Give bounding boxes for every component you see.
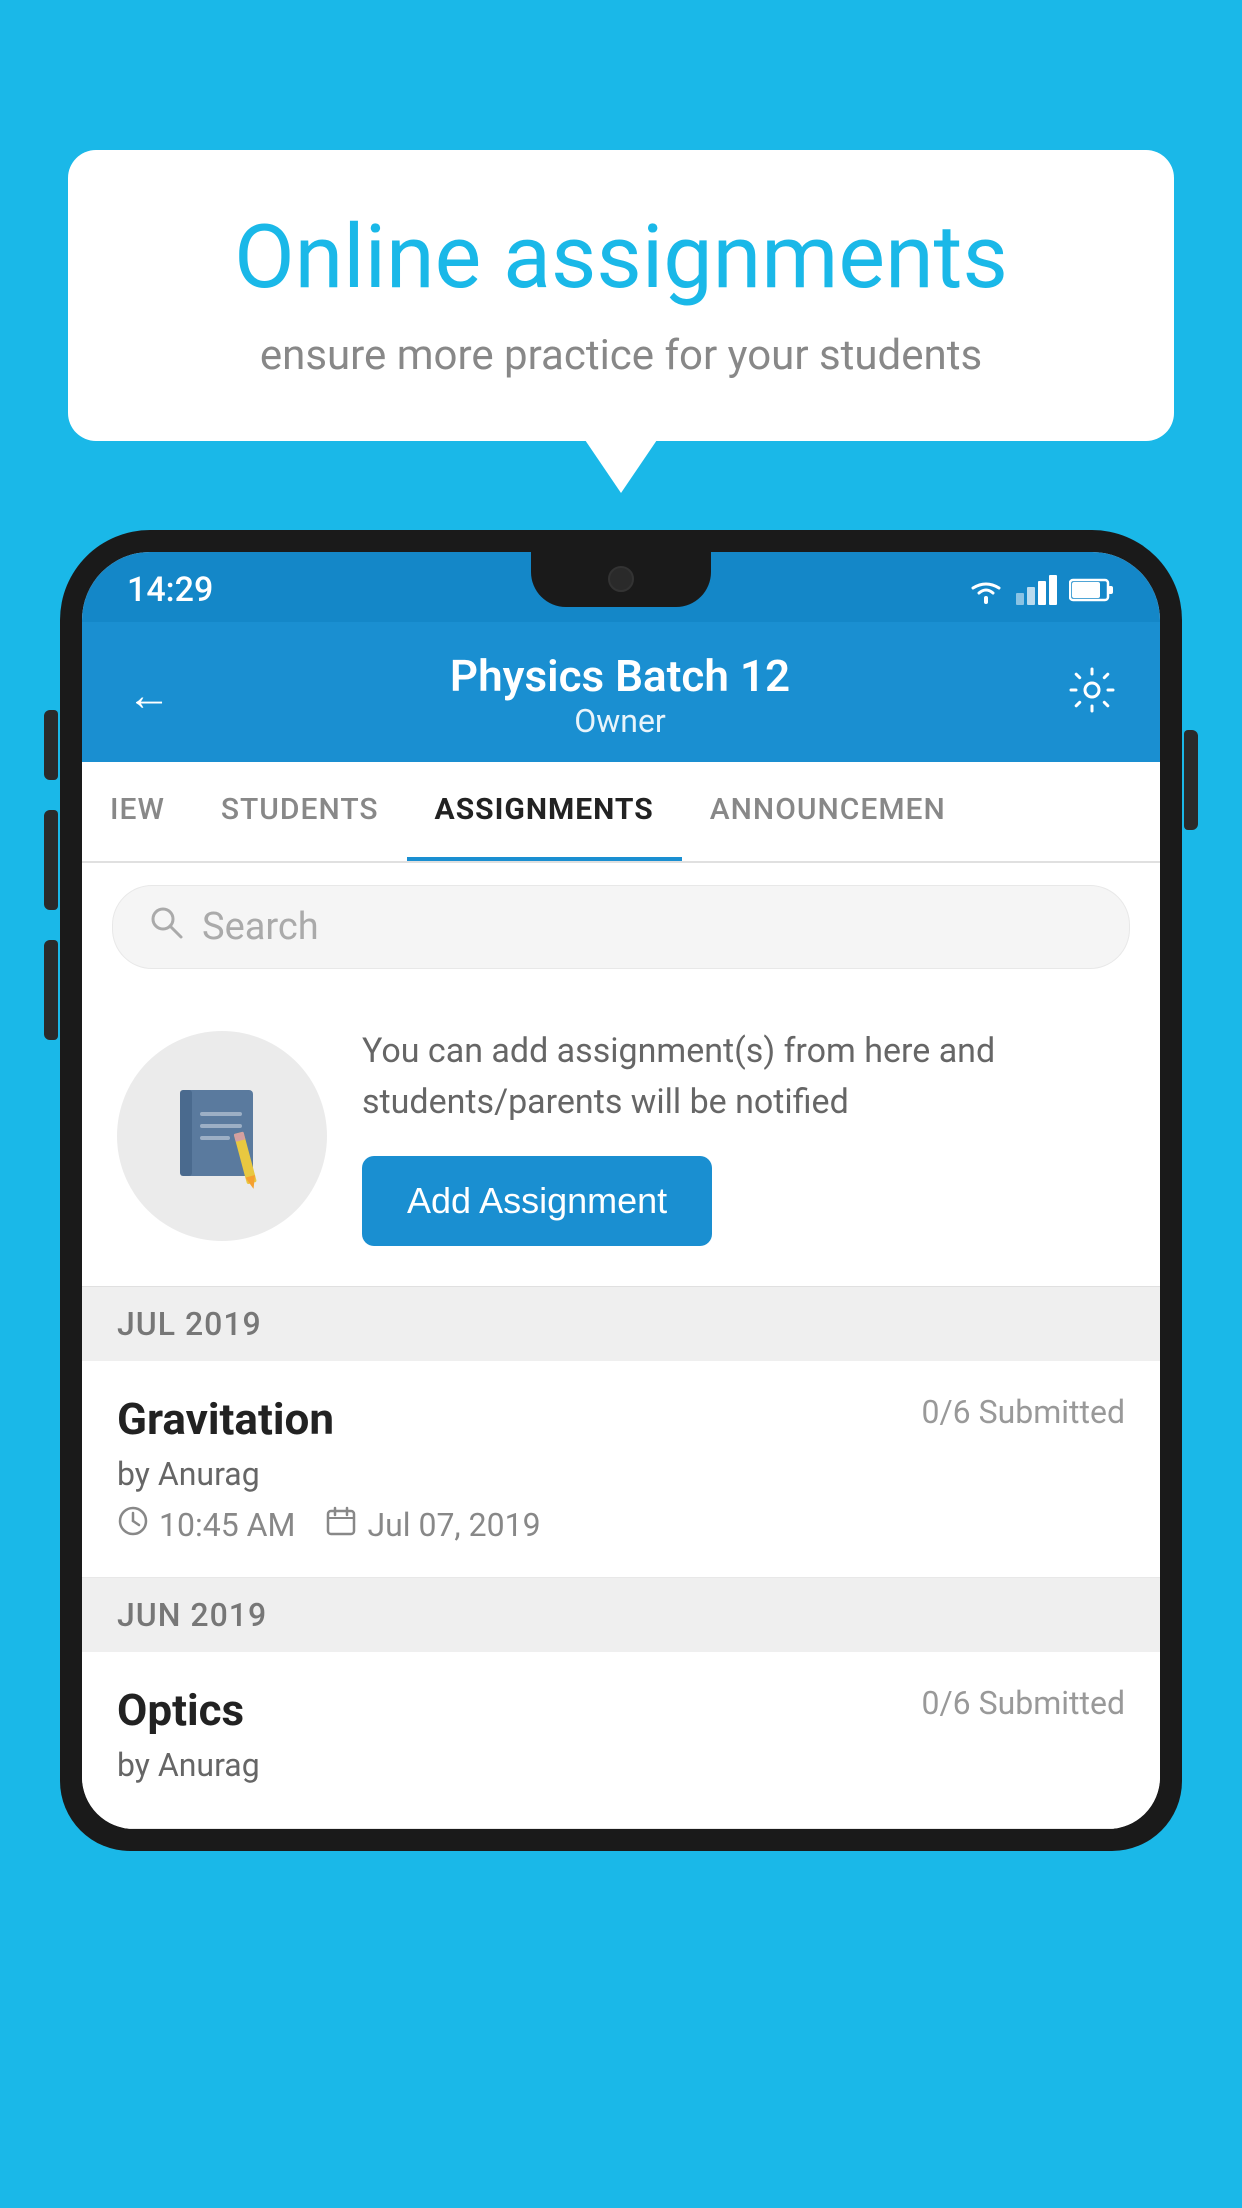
app-header: ← Physics Batch 12 Owner: [82, 622, 1160, 762]
side-button-left-top: [44, 710, 58, 780]
wifi-icon: [968, 576, 1004, 604]
assignment-meta: 10:45 AM Jul 07, 2019: [117, 1505, 1125, 1545]
status-icons: [968, 575, 1115, 605]
back-button[interactable]: ←: [127, 669, 171, 721]
speech-bubble: Online assignments ensure more practice …: [68, 150, 1174, 441]
tabs-container: IEW STUDENTS ASSIGNMENTS ANNOUNCEMEN: [82, 762, 1160, 863]
assignment-time: 10:45 AM: [159, 1506, 295, 1544]
notebook-icon: [175, 1082, 270, 1190]
side-button-left-mid: [44, 810, 58, 910]
assignment-submitted-optics: 0/6 Submitted: [921, 1684, 1125, 1722]
search-icon: [148, 904, 184, 950]
tab-students[interactable]: STUDENTS: [193, 762, 407, 861]
tab-iew[interactable]: IEW: [82, 762, 193, 861]
promo-content: You can add assignment(s) from here and …: [362, 1026, 1125, 1246]
side-button-right: [1184, 730, 1198, 830]
meta-date: Jul 07, 2019: [325, 1505, 540, 1545]
assignment-item-gravitation[interactable]: Gravitation 0/6 Submitted by Anurag: [82, 1361, 1160, 1578]
add-assignment-button[interactable]: Add Assignment: [362, 1156, 712, 1246]
search-bar[interactable]: Search: [112, 885, 1130, 969]
section-header-jul: JUL 2019: [82, 1287, 1160, 1361]
promo-icon-circle: [117, 1031, 327, 1241]
clock-icon: [117, 1505, 149, 1545]
battery-icon: [1069, 577, 1115, 603]
header-subtitle: Owner: [450, 702, 790, 740]
header-center: Physics Batch 12 Owner: [450, 650, 790, 740]
status-time: 14:29: [127, 570, 213, 610]
phone-screen: 14:29: [82, 552, 1160, 1829]
speech-bubble-subtitle: ensure more practice for your students: [138, 327, 1104, 386]
section-header-jun: JUN 2019: [82, 1578, 1160, 1652]
assignment-date: Jul 07, 2019: [367, 1506, 540, 1544]
header-title: Physics Batch 12: [450, 650, 790, 702]
phone-frame: 14:29: [60, 530, 1182, 2208]
tab-assignments[interactable]: ASSIGNMENTS: [407, 762, 682, 861]
assignment-submitted: 0/6 Submitted: [921, 1393, 1125, 1431]
tab-announcements[interactable]: ANNOUNCEMEN: [682, 762, 974, 861]
promo-section: You can add assignment(s) from here and …: [82, 991, 1160, 1287]
side-button-left-bot: [44, 940, 58, 1040]
assignment-item-optics[interactable]: Optics 0/6 Submitted by Anurag: [82, 1652, 1160, 1829]
promo-text: You can add assignment(s) from here and …: [362, 1026, 1125, 1128]
search-container: Search: [82, 863, 1160, 991]
search-placeholder: Search: [202, 905, 319, 949]
assignment-title: Gravitation: [117, 1393, 334, 1445]
meta-time: 10:45 AM: [117, 1505, 295, 1545]
signal-icon: [1016, 575, 1057, 605]
speech-bubble-container: Online assignments ensure more practice …: [68, 150, 1174, 441]
phone-outer: 14:29: [60, 530, 1182, 1851]
speech-bubble-title: Online assignments: [138, 210, 1104, 307]
assignment-author-optics: by Anurag: [117, 1746, 1125, 1784]
phone-notch: [531, 552, 711, 607]
assignment-title-optics: Optics: [117, 1684, 244, 1736]
assignment-top-optics: Optics 0/6 Submitted: [117, 1684, 1125, 1736]
camera: [608, 566, 634, 592]
assignment-author: by Anurag: [117, 1455, 1125, 1493]
assignment-top: Gravitation 0/6 Submitted: [117, 1393, 1125, 1445]
calendar-icon: [325, 1505, 357, 1545]
settings-button[interactable]: [1069, 667, 1115, 724]
